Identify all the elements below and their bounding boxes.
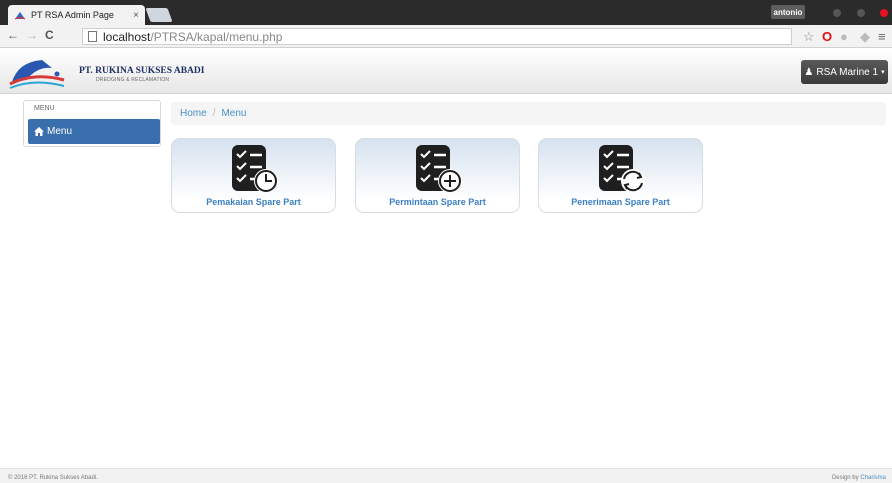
user-icon: ♟ bbox=[804, 66, 814, 78]
sidebar-item-label: Menu bbox=[47, 126, 73, 137]
back-icon[interactable]: ← bbox=[7, 28, 19, 42]
tile-permintaan-spare-part[interactable]: Permintaan Spare Part bbox=[355, 138, 520, 213]
sidebar-menu: MENU Menu bbox=[23, 100, 161, 147]
forward-icon[interactable]: → bbox=[26, 28, 38, 42]
url-path: /PTRSA/kapal/menu.php bbox=[150, 29, 283, 44]
footer-design-by: Design by bbox=[831, 475, 859, 481]
user-name: RSA Marine 1 bbox=[816, 66, 879, 78]
extension-icon[interactable]: ● bbox=[840, 29, 848, 44]
page-footer: © 2016 PT. Rukina Sukses Abadi. Design b… bbox=[0, 468, 892, 483]
home-icon bbox=[34, 127, 44, 136]
tile-label: Permintaan Spare Part bbox=[389, 197, 486, 207]
tile-label: Penerimaan Spare Part bbox=[571, 197, 670, 207]
maximize-icon[interactable] bbox=[857, 9, 865, 17]
user-menu-button[interactable]: ♟ RSA Marine 1 ▾ bbox=[801, 60, 888, 84]
company-name: PT. RUKINA SUKSES ABADI bbox=[79, 66, 205, 76]
breadcrumb-current[interactable]: Menu bbox=[221, 108, 246, 119]
breadcrumb: Home / Menu bbox=[171, 102, 886, 125]
footer-designer-link[interactable]: Charisma bbox=[860, 475, 886, 481]
breadcrumb-separator: / bbox=[212, 108, 216, 119]
sidebar-title: MENU bbox=[34, 105, 55, 112]
tile-penerimaan-spare-part[interactable]: Penerimaan Spare Part bbox=[538, 138, 703, 213]
close-window-icon[interactable] bbox=[880, 9, 888, 17]
checklist-refresh-icon bbox=[599, 145, 645, 193]
sidebar-item-menu[interactable]: Menu bbox=[28, 119, 160, 144]
footer-design-credit: Design by Charisma bbox=[832, 475, 886, 481]
browser-titlebar: PT RSA Admin Page × antonio bbox=[0, 0, 892, 25]
minimize-icon[interactable] bbox=[833, 9, 841, 17]
checklist-clock-icon bbox=[232, 145, 278, 193]
tab-close-icon[interactable]: × bbox=[133, 10, 139, 21]
browser-toolbar: ← → C localhost/PTRSA/kapal/menu.php ☆ O… bbox=[0, 25, 892, 48]
opera-extension-icon[interactable]: O bbox=[822, 29, 832, 44]
footer-copyright: © 2016 PT. Rukina Sukses Abadi. bbox=[8, 475, 98, 481]
chrome-menu-icon[interactable]: ≡ bbox=[878, 29, 886, 44]
checklist-add-icon bbox=[416, 145, 462, 193]
tab-title: PT RSA Admin Page bbox=[31, 10, 114, 20]
url-host: localhost bbox=[103, 29, 151, 44]
tile-pemakaian-spare-part[interactable]: Pemakaian Spare Part bbox=[171, 138, 336, 213]
breadcrumb-home-link[interactable]: Home bbox=[180, 108, 207, 119]
favicon-icon bbox=[14, 11, 26, 20]
browser-tab[interactable]: PT RSA Admin Page × bbox=[8, 5, 145, 25]
page-icon bbox=[88, 31, 97, 42]
company-logo[interactable] bbox=[8, 54, 66, 90]
extension-2-icon[interactable]: ◆ bbox=[860, 29, 870, 45]
new-tab-button[interactable] bbox=[145, 8, 173, 22]
caret-down-icon: ▾ bbox=[881, 69, 885, 76]
reload-icon[interactable]: C bbox=[45, 28, 54, 42]
bookmark-star-icon[interactable]: ☆ bbox=[803, 29, 815, 45]
company-tagline: DREDGING & RECLAMATION bbox=[96, 77, 170, 83]
tile-label: Pemakaian Spare Part bbox=[206, 197, 301, 207]
profile-badge[interactable]: antonio bbox=[771, 5, 805, 19]
address-bar[interactable]: localhost/PTRSA/kapal/menu.php bbox=[82, 28, 792, 45]
